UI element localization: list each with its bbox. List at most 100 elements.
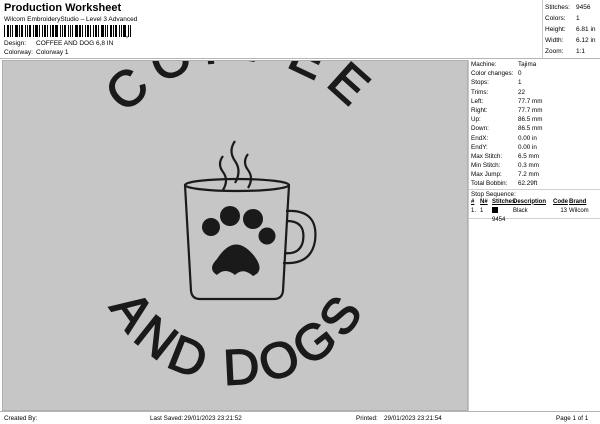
steam-icon <box>230 140 240 184</box>
steam-icon <box>218 155 228 191</box>
machine-label: Max Stitch: <box>471 152 503 160</box>
machine-value: 7.2 mm <box>518 171 539 179</box>
design-label: Design: <box>4 40 27 47</box>
machine-info-list: Machine: Tajima Color changes: 0 Stops: 1 Trim… <box>469 60 600 189</box>
seq-num: 1. <box>471 207 477 214</box>
stat-colors: Colors: 1 <box>545 13 599 24</box>
machine-label: EndX: <box>471 134 489 142</box>
stat-value: 1:1 <box>576 48 586 55</box>
header-divider <box>0 58 600 59</box>
printed-label: Printed: <box>356 415 378 422</box>
design-row: Design: COFFEE AND DOG 6,8 IN <box>4 40 113 47</box>
software-subtitle: Wilcom EmbroideryStudio – Level 3 Advanc… <box>4 16 138 23</box>
machine-row: Left: 77.7 mm <box>469 97 600 106</box>
design-value: COFFEE AND DOG 6,8 IN <box>36 40 114 47</box>
machine-label: Up: <box>471 116 481 124</box>
stat-label: Zoom: <box>545 48 564 55</box>
machine-row: Stops: 1 <box>469 78 600 87</box>
machine-row: Max Stitch: 6.5 mm <box>469 152 600 161</box>
page-title: Production Worksheet <box>4 2 122 14</box>
sequence-divider <box>469 217 600 219</box>
seq-stitches: 9454 <box>492 206 513 223</box>
machine-value: 0 <box>518 70 522 78</box>
design-stats: Stitches: 9456 Colors: 1 Height: 6.81 in Wi… <box>545 2 599 57</box>
stop-sequence-title: Stop Sequence: <box>469 188 600 198</box>
machine-value: 22 <box>518 88 526 96</box>
machine-row: EndY: 0.00 in <box>469 143 600 152</box>
stat-height: Height: 6.81 in <box>545 24 599 35</box>
machine-value: 77.7 mm <box>518 106 543 114</box>
col-header: N# <box>480 198 488 205</box>
last-saved-label: Last Saved: <box>150 415 184 422</box>
machine-label: Min Stitch: <box>471 162 501 170</box>
paw-print-icon <box>202 206 276 276</box>
table-row: 1. 1 9454 Black 13 Wilcom <box>469 206 600 223</box>
machine-row: Max Jump: 7.2 mm <box>469 170 600 179</box>
seq-n: 1 <box>480 207 484 214</box>
machine-value: 77.7 mm <box>518 97 543 105</box>
stat-stitches: Stitches: 9456 <box>545 2 599 13</box>
machine-value: 86.5 mm <box>518 116 543 124</box>
page-number: Page 1 of 1 <box>556 415 589 422</box>
machine-label: EndY: <box>471 143 488 151</box>
color-swatch <box>492 206 498 213</box>
machine-value: 0.3 mm <box>518 162 539 170</box>
barcode-mark: , <box>126 32 128 39</box>
col-header: Code <box>553 198 568 205</box>
machine-row: Color changes: 0 <box>469 69 600 78</box>
seq-stitches-value: 9454 <box>492 216 506 223</box>
machine-label: Stops: <box>471 79 489 87</box>
colorway-row: Colorway: Colorway 1 <box>4 49 69 56</box>
stat-label: Colors: <box>545 15 566 22</box>
machine-row: Machine: Tajima <box>469 60 600 69</box>
machine-label: Total Bobbin: <box>471 180 508 188</box>
stat-value: 6.81 in <box>576 26 596 33</box>
machine-row: Trims: 22 <box>469 88 600 97</box>
machine-value: 0.00 in <box>518 134 537 142</box>
machine-label: Max Jump: <box>471 171 502 179</box>
stat-value: 9456 <box>576 4 591 11</box>
stat-label: Width: <box>545 37 564 44</box>
stat-width: Width: 6.12 in <box>545 35 599 46</box>
design-barcode <box>4 25 136 37</box>
design-text-top: COFFEE <box>95 61 388 122</box>
machine-row: EndX: 0.00 in <box>469 134 600 143</box>
machine-label: Right: <box>471 106 488 114</box>
machine-label: Down: <box>471 125 489 133</box>
col-header: Description <box>513 198 547 205</box>
stat-value: 6.12 in <box>576 37 596 44</box>
stats-divider <box>542 0 543 58</box>
printed-value: 29/01/2023 23:21:54 <box>384 415 442 422</box>
embroidery-design: COFFEE AND DOGS <box>94 61 388 397</box>
machine-label: Left: <box>471 97 484 105</box>
machine-value: Tajima <box>518 61 537 68</box>
last-saved-value: 29/01/2023 23:21:52 <box>184 415 242 422</box>
machine-value: 1 <box>518 79 522 87</box>
machine-value: 62.29ft <box>518 180 538 188</box>
worksheet-header: Production Worksheet Wilcom EmbroiderySt… <box>0 0 600 62</box>
colorway-label: Colorway: <box>4 49 33 56</box>
machine-row: Down: 86.5 mm <box>469 124 600 133</box>
created-by: Created By: <box>4 415 38 422</box>
stat-zoom: Zoom: 1:1 <box>545 46 599 57</box>
colorway-value: Colorway 1 <box>36 49 69 56</box>
stat-value: 1 <box>576 15 580 22</box>
stat-label: Height: <box>545 26 566 33</box>
machine-value: 0.00 in <box>518 143 537 151</box>
seq-code: 13 <box>560 207 567 214</box>
machine-row: Min Stitch: 0.3 mm <box>469 161 600 170</box>
machine-label: Trims: <box>471 88 489 96</box>
worksheet-footer: Created By: Last Saved: 29/01/2023 23:21… <box>0 411 600 424</box>
seq-description: Black <box>513 207 528 214</box>
machine-value: 6.5 mm <box>518 152 539 160</box>
machine-value: 86.5 mm <box>518 125 543 133</box>
col-header: Stitches <box>492 198 516 205</box>
machine-row: Right: 77.7 mm <box>469 106 600 115</box>
stat-label: Stitches: <box>545 4 570 11</box>
seq-brand: Wilcom <box>569 207 589 214</box>
machine-label: Color changes: <box>471 70 514 78</box>
steam-icon <box>243 153 253 189</box>
machine-label: Machine: <box>471 61 497 68</box>
col-header: # <box>471 198 475 205</box>
machine-row: Up: 86.5 mm <box>469 115 600 124</box>
